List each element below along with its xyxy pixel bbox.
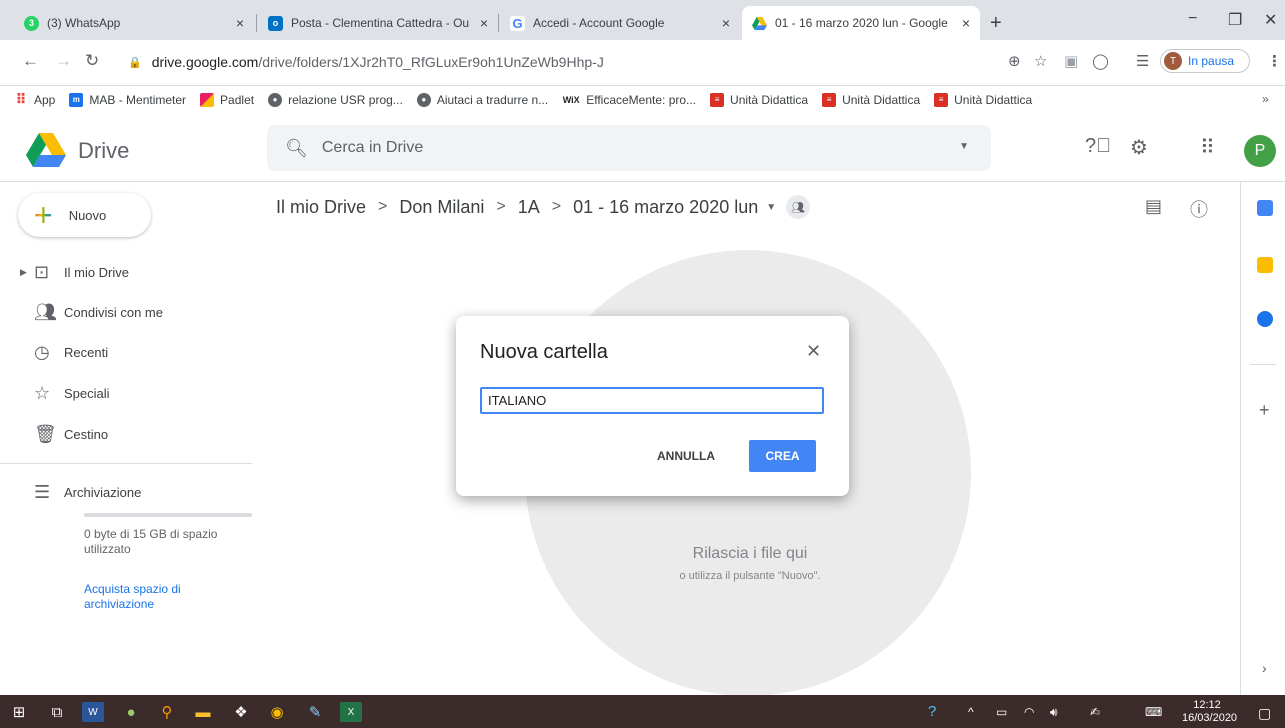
- bookmark-efficacemente[interactable]: WiX EfficaceMente: pro...: [562, 93, 696, 107]
- chrome-icon[interactable]: ◉: [266, 702, 288, 722]
- lock-icon: 🔒: [128, 56, 142, 69]
- search-icon[interactable]: ⚲: [156, 702, 178, 722]
- help-tray-icon[interactable]: ?: [928, 703, 936, 720]
- cancel-button[interactable]: ANNULLA: [646, 440, 726, 472]
- unita-didattica-icon: ≡: [710, 92, 725, 107]
- close-icon[interactable]: ✕: [806, 341, 821, 362]
- windows-start-icon[interactable]: ⊞: [8, 702, 30, 722]
- close-window-icon[interactable]: ✕: [1264, 10, 1277, 30]
- search-placeholder: Cerca in Drive: [321, 139, 424, 156]
- new-tab-button[interactable]: +: [990, 12, 1002, 35]
- add-to-page-icon[interactable]: ⊕: [1008, 52, 1021, 70]
- help-icon[interactable]: ?⃝: [1085, 135, 1111, 158]
- notifications-icon[interactable]: ▢: [1258, 705, 1271, 722]
- search-icon[interactable]: 🔍︎: [285, 138, 308, 159]
- drive-favicon-icon: [752, 16, 767, 30]
- task-view-icon[interactable]: ⧉: [46, 702, 68, 722]
- tab-divider: [498, 14, 499, 32]
- volume-icon[interactable]: 🔊︎: [1050, 705, 1058, 720]
- close-tab-icon[interactable]: ×: [236, 15, 244, 31]
- bookmark-mentimeter[interactable]: m MAB - Mentimeter: [69, 92, 186, 107]
- keep-icon[interactable]: [1257, 257, 1273, 273]
- reload-icon[interactable]: ↻: [85, 51, 99, 71]
- pen-icon[interactable]: ✍: [1090, 705, 1100, 719]
- bookmark-unita-didattica-1[interactable]: ≡ Unità Didattica: [710, 92, 808, 107]
- tab-outlook[interactable]: o Posta - Clementina Cattedra - Ou ×: [258, 6, 498, 40]
- expand-panel-arrow-icon[interactable]: ›: [1262, 660, 1267, 676]
- bookmark-unita-didattica-3[interactable]: ≡ Unità Didattica: [934, 92, 1032, 107]
- profile-avatar: T: [1164, 52, 1182, 70]
- address-bar[interactable]: 🔒 drive.google.com/drive/folders/1XJr2hT…: [112, 47, 992, 77]
- unita-didattica-icon: ≡: [934, 92, 949, 107]
- excel-icon[interactable]: X: [340, 702, 362, 722]
- outlook-icon: o: [268, 15, 283, 31]
- globe-icon: ●: [268, 92, 283, 107]
- app-icon[interactable]: ●: [120, 702, 142, 722]
- browser-menu-icon[interactable]: ⋮: [1267, 52, 1282, 70]
- restore-icon[interactable]: ❐: [1228, 10, 1242, 30]
- file-explorer-icon[interactable]: ▬: [192, 702, 214, 722]
- create-button[interactable]: CREA: [749, 440, 816, 472]
- tab-google-account[interactable]: G Accedi - Account Google ×: [500, 6, 740, 40]
- folder-name-input[interactable]: [480, 387, 824, 414]
- extension-circle-icon[interactable]: ◯: [1092, 52, 1109, 70]
- wix-icon: WiX: [562, 94, 580, 105]
- tab-drive-active[interactable]: 01 - 16 marzo 2020 lun - Google ×: [742, 6, 980, 40]
- google-g-icon: G: [510, 15, 525, 31]
- bookmark-relazione[interactable]: ● relazione USR prog...: [268, 92, 403, 107]
- more-bookmarks-icon[interactable]: »: [1262, 92, 1269, 106]
- tab-divider: [256, 14, 257, 32]
- mentimeter-icon: m: [69, 92, 84, 107]
- bookmark-star-icon[interactable]: ☆: [1034, 52, 1047, 70]
- bookmark-apps[interactable]: ⠿ App: [14, 91, 56, 107]
- tasks-icon[interactable]: [1257, 311, 1273, 327]
- forward-arrow-icon[interactable]: →: [55, 51, 72, 71]
- clock-time: 12:12: [1193, 699, 1221, 711]
- drive-brand[interactable]: Drive: [78, 138, 129, 164]
- calendar-icon[interactable]: [1257, 200, 1273, 216]
- drive-search-box[interactable]: 🔍︎ Cerca in Drive ▼: [267, 125, 991, 171]
- profile-chip[interactable]: T In pausa: [1160, 49, 1250, 73]
- close-tab-icon[interactable]: ×: [722, 15, 730, 31]
- keyboard-icon[interactable]: ⌨: [1145, 705, 1162, 719]
- apps-grid-icon[interactable]: ⠿: [1200, 135, 1215, 160]
- bookmarks-bar: ⠿ App m MAB - Mentimeter Padlet ● relazi…: [0, 87, 1285, 112]
- add-addon-icon[interactable]: +: [1259, 400, 1270, 421]
- rail-divider: [1250, 364, 1276, 365]
- dropbox-icon[interactable]: ❖: [230, 702, 252, 722]
- padlet-icon: [200, 92, 215, 107]
- wifi-icon[interactable]: ◠: [1024, 705, 1034, 719]
- settings-gear-icon[interactable]: ⚙: [1130, 135, 1148, 160]
- system-clock[interactable]: 12:12 16/03/2020: [1182, 699, 1238, 725]
- close-tab-icon[interactable]: ×: [480, 15, 488, 31]
- word-icon[interactable]: W: [82, 702, 104, 722]
- minimize-icon[interactable]: −: [1188, 10, 1197, 28]
- tray-expand-icon[interactable]: ^: [968, 705, 974, 719]
- dialog-title: Nuova cartella: [480, 341, 608, 363]
- whatsapp-icon: 3: [24, 15, 39, 31]
- bookmark-unita-didattica-2[interactable]: ≡ Unità Didattica: [822, 92, 920, 107]
- bookmark-padlet[interactable]: Padlet: [200, 92, 254, 107]
- close-tab-icon[interactable]: ×: [962, 15, 970, 31]
- search-options-icon[interactable]: ▼: [959, 141, 969, 152]
- battery-icon[interactable]: ▭: [996, 705, 1007, 719]
- profile-status: In pausa: [1188, 54, 1235, 68]
- bookmark-aiutaci[interactable]: ● Aiutaci a tradurre n...: [416, 92, 548, 107]
- tab-whatsapp[interactable]: 3 (3) WhatsApp ×: [14, 6, 254, 40]
- clock-date: 16/03/2020: [1182, 712, 1238, 724]
- back-arrow-icon[interactable]: ←: [22, 51, 39, 71]
- globe-icon: ●: [416, 92, 431, 107]
- drive-logo-icon[interactable]: [26, 133, 66, 167]
- apps-grid-icon: ⠿: [15, 91, 27, 107]
- extension-icon[interactable]: ▣: [1064, 52, 1078, 70]
- paint-icon[interactable]: ✎: [304, 702, 326, 722]
- user-avatar[interactable]: P: [1244, 135, 1276, 167]
- reading-list-icon[interactable]: ☰: [1136, 52, 1149, 70]
- unita-didattica-icon: ≡: [822, 92, 837, 107]
